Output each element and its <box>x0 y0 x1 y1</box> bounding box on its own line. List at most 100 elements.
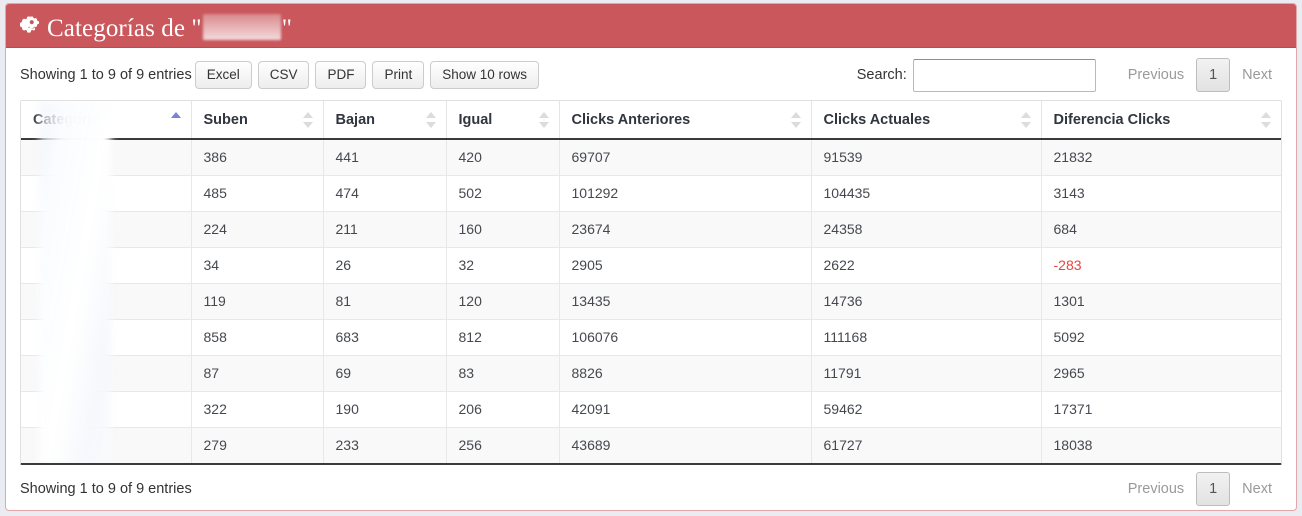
cell-suben: 119 <box>191 283 324 320</box>
cell-clicks_actuales: 111168 <box>811 319 1042 356</box>
column-header-diferencia-clicks[interactable]: Diferencia Clicks <box>1041 101 1281 140</box>
cell-categoria <box>21 319 192 356</box>
cell-diferencia_clicks: -283 <box>1041 247 1281 284</box>
show-rows-button[interactable]: Show 10 rows <box>430 60 540 90</box>
page-title: Categorías de " " <box>47 10 292 41</box>
cell-bajan: 474 <box>323 175 447 212</box>
cell-clicks_actuales: 24358 <box>811 211 1042 248</box>
table-controls: Showing 1 to 9 of 9 entries Excel CSV PD… <box>20 58 1282 92</box>
cell-suben: 386 <box>191 139 324 176</box>
page-title-suffix: " <box>281 15 293 42</box>
table-footer: Showing 1 to 9 of 9 entries Previous 1 N… <box>20 467 1282 510</box>
cell-categoria <box>21 139 192 176</box>
sort-both-icon <box>1020 111 1031 129</box>
cell-igual: 256 <box>446 427 560 463</box>
cell-igual: 812 <box>446 319 560 356</box>
search-label: Search: <box>856 67 907 83</box>
column-header-clicks-anteriores[interactable]: Clicks Anteriores <box>559 101 812 140</box>
cell-categoria <box>21 211 192 248</box>
cell-categoria <box>21 427 192 463</box>
excel-button[interactable]: Excel <box>194 60 252 90</box>
cell-categoria <box>21 355 192 392</box>
cell-igual: 206 <box>446 391 560 428</box>
print-button[interactable]: Print <box>372 60 425 90</box>
cell-igual: 160 <box>446 211 560 248</box>
cell-bajan: 441 <box>323 139 447 176</box>
export-button-group: Excel CSV PDF Print Show 10 rows <box>194 60 540 90</box>
cell-suben: 485 <box>191 175 324 212</box>
cell-diferencia_clicks: 1301 <box>1041 283 1281 320</box>
cell-diferencia_clicks: 2965 <box>1041 355 1281 392</box>
column-header-clicks-actuales-label: Clicks Actuales <box>823 111 931 128</box>
column-header-suben-label: Suben <box>203 111 248 128</box>
pagination-bottom-previous[interactable]: Previous <box>1118 481 1194 497</box>
sort-both-icon <box>1261 111 1271 129</box>
cogs-icon <box>20 15 40 33</box>
pdf-button[interactable]: PDF <box>315 60 367 90</box>
categories-table: Categoria Suben Bajan Igual Clicks Anter… <box>21 101 1281 463</box>
cell-categoria <box>21 247 192 284</box>
cell-diferencia_clicks: 684 <box>1041 211 1281 248</box>
cell-categoria <box>21 283 192 320</box>
pagination-top-previous[interactable]: Previous <box>1118 67 1194 83</box>
pagination-top: Previous 1 Next <box>1118 58 1282 92</box>
cell-clicks_anteriores: 106076 <box>559 319 812 356</box>
table-header-row: Categoria Suben Bajan Igual Clicks Anter… <box>21 101 1281 140</box>
categories-panel: Categorías de " " Showing 1 to 9 of 9 en… <box>5 3 1297 511</box>
table-body: 386 441 420 69707 91539 21832 485 474 502 101292 1… <box>21 139 1281 463</box>
column-header-diferencia-clicks-label: Diferencia Clicks <box>1053 111 1171 128</box>
table-row: 485 474 502 101292 104435 3143 <box>21 175 1281 212</box>
cell-clicks_actuales: 14736 <box>811 283 1042 320</box>
pagination-bottom: Previous 1 Next <box>1118 472 1282 506</box>
table-row: 87 69 83 8826 11791 2965 <box>21 355 1281 392</box>
column-header-clicks-actuales[interactable]: Clicks Actuales <box>811 101 1042 140</box>
column-header-igual[interactable]: Igual <box>446 101 560 140</box>
table-row: 119 81 120 13435 14736 1301 <box>21 283 1281 320</box>
table-row: 858 683 812 106076 111168 5092 <box>21 319 1281 356</box>
cell-suben: 322 <box>191 391 324 428</box>
cell-suben: 858 <box>191 319 324 356</box>
column-header-categoria[interactable]: Categoria <box>21 101 192 140</box>
data-table-container: Categoria Suben Bajan Igual Clicks Anter… <box>20 100 1282 465</box>
cell-clicks_actuales: 61727 <box>811 427 1042 463</box>
cell-suben: 87 <box>191 355 324 392</box>
table-row: 386 441 420 69707 91539 21832 <box>21 139 1281 176</box>
column-header-bajan[interactable]: Bajan <box>323 101 447 140</box>
cell-igual: 420 <box>446 139 560 176</box>
cell-clicks_actuales: 2622 <box>811 247 1042 284</box>
sort-both-icon <box>425 111 436 129</box>
table-row: 279 233 256 43689 61727 18038 <box>21 427 1281 463</box>
panel-body: Showing 1 to 9 of 9 entries Excel CSV PD… <box>6 48 1296 510</box>
table-row: 34 26 32 2905 2622 -283 <box>21 247 1281 284</box>
cell-bajan: 69 <box>323 355 447 392</box>
column-header-suben[interactable]: Suben <box>191 101 324 140</box>
cell-suben: 279 <box>191 427 324 463</box>
cell-bajan: 233 <box>323 427 447 463</box>
search-and-pagination: Search: Previous 1 Next <box>857 58 1282 92</box>
cell-suben: 34 <box>191 247 324 284</box>
table-head: Categoria Suben Bajan Igual Clicks Anter… <box>21 101 1281 140</box>
table-row: 322 190 206 42091 59462 17371 <box>21 391 1281 428</box>
entries-info-top: Showing 1 to 9 of 9 entries <box>20 67 192 83</box>
cell-clicks_anteriores: 13435 <box>559 283 812 320</box>
pagination-bottom-next[interactable]: Next <box>1232 481 1282 497</box>
cell-bajan: 190 <box>323 391 447 428</box>
search-input[interactable] <box>912 58 1096 92</box>
cell-clicks_actuales: 11791 <box>811 355 1042 392</box>
cell-clicks_anteriores: 43689 <box>559 427 812 463</box>
csv-button[interactable]: CSV <box>257 60 310 90</box>
cell-diferencia_clicks: 18038 <box>1041 427 1281 463</box>
column-header-clicks-anteriores-label: Clicks Anteriores <box>571 111 691 128</box>
column-header-categoria-label: Categoria <box>33 111 100 128</box>
table-row: 224 211 160 23674 24358 684 <box>21 211 1281 248</box>
cell-clicks_anteriores: 42091 <box>559 391 812 428</box>
cell-clicks_actuales: 59462 <box>811 391 1042 428</box>
cell-clicks_actuales: 104435 <box>811 175 1042 212</box>
sort-asc-icon <box>170 111 181 129</box>
cell-categoria <box>21 391 192 428</box>
entries-info-bottom: Showing 1 to 9 of 9 entries <box>20 481 192 497</box>
cell-diferencia_clicks: 3143 <box>1041 175 1281 212</box>
pagination-top-page-1[interactable]: 1 <box>1196 58 1231 92</box>
pagination-top-next[interactable]: Next <box>1232 67 1282 83</box>
pagination-bottom-page-1[interactable]: 1 <box>1196 472 1231 506</box>
